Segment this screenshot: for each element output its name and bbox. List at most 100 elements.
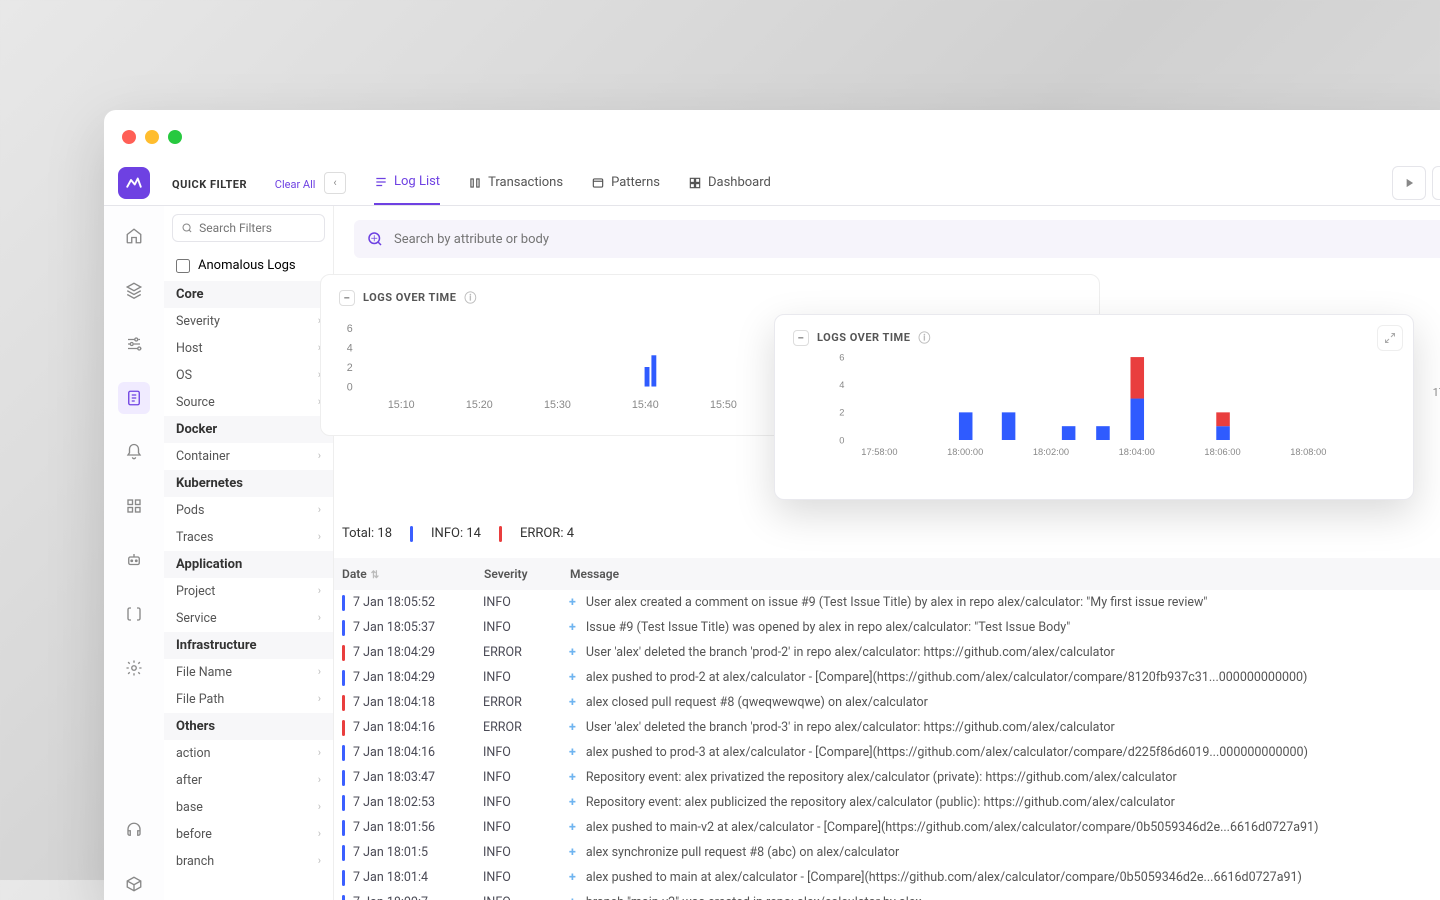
logs-icon[interactable]	[118, 382, 150, 414]
filter-item[interactable]: File Path›	[164, 686, 333, 713]
filter-item[interactable]: after›	[164, 767, 333, 794]
svg-text:15:10: 15:10	[388, 399, 415, 411]
col-severity[interactable]: Severity	[484, 567, 570, 581]
collapse-chart-button[interactable]: −	[339, 290, 355, 306]
expand-row-icon[interactable]: +	[569, 895, 576, 900]
filter-item[interactable]: Traces›	[164, 524, 333, 551]
search-input[interactable]	[394, 232, 1440, 247]
log-row[interactable]: 7 Jan 18:04:18ERROR+alex closed pull req…	[334, 690, 1440, 715]
log-row[interactable]: 7 Jan 18:02:53INFO+Repository event: ale…	[334, 790, 1440, 815]
bell-icon[interactable]	[118, 436, 150, 468]
headset-icon[interactable]	[118, 814, 150, 846]
live-play-button[interactable]	[1392, 166, 1426, 200]
filter-item[interactable]: Service›	[164, 605, 333, 632]
stack-icon[interactable]	[118, 274, 150, 306]
log-row[interactable]: 7 Jan 18:01:4INFO+alex pushed to main at…	[334, 865, 1440, 890]
filter-group[interactable]: Application	[164, 551, 333, 578]
tab-patterns[interactable]: Patterns	[591, 160, 660, 205]
anomalous-checkbox-row[interactable]: Anomalous Logs	[164, 250, 333, 281]
filter-item[interactable]: action›	[164, 740, 333, 767]
collapse-filters-button[interactable]: ‹	[324, 172, 346, 194]
log-row[interactable]: 7 Jan 18:04:16ERROR+User 'alex' deleted …	[334, 715, 1440, 740]
filter-item[interactable]: Severity›	[164, 308, 333, 335]
tab-transactions[interactable]: Transactions	[468, 160, 563, 205]
home-icon[interactable]	[118, 220, 150, 252]
tabs-row: Log List Transactions Patterns Dashboard	[374, 160, 771, 205]
svg-text:6: 6	[347, 323, 353, 335]
filter-item[interactable]: branch›	[164, 848, 333, 875]
expand-row-icon[interactable]: +	[569, 820, 576, 835]
sliders-icon[interactable]	[118, 328, 150, 360]
expand-row-icon[interactable]: +	[569, 720, 576, 735]
log-row[interactable]: 7 Jan 18:04:29INFO+alex pushed to prod-2…	[334, 665, 1440, 690]
svg-text:6: 6	[839, 352, 844, 362]
filter-group[interactable]: Core	[164, 281, 333, 308]
log-row[interactable]: 7 Jan 18:04:29ERROR+User 'alex' deleted …	[334, 640, 1440, 665]
robot-icon[interactable]	[118, 544, 150, 576]
expand-row-icon[interactable]: +	[569, 795, 576, 810]
chart-zoom-svg: 024617:58:0018:00:0018:02:0018:04:0018:0…	[793, 352, 1395, 462]
clear-all-link[interactable]: Clear All	[275, 178, 316, 191]
log-row[interactable]: 7 Jan 18:01:56INFO+alex pushed to main-v…	[334, 815, 1440, 840]
expand-row-icon[interactable]: +	[569, 845, 576, 860]
info-count: INFO: 14	[431, 526, 481, 542]
window-controls	[122, 130, 182, 144]
log-row[interactable]: 7 Jan 18:05:52INFO+User alex created a c…	[334, 590, 1440, 615]
filter-item[interactable]: OS›	[164, 362, 333, 389]
info-icon[interactable]: ⓘ	[464, 289, 477, 306]
expand-row-icon[interactable]: +	[569, 670, 576, 685]
filter-item[interactable]: Host›	[164, 335, 333, 362]
filter-item[interactable]: Container›	[164, 443, 333, 470]
filter-group[interactable]: Kubernetes	[164, 470, 333, 497]
log-row[interactable]: 7 Jan 18:01:5INFO+alex synchronize pull …	[334, 840, 1440, 865]
filter-item[interactable]: Project›	[164, 578, 333, 605]
svg-text:2: 2	[347, 362, 353, 374]
expand-row-icon[interactable]: +	[569, 695, 576, 710]
filter-group[interactable]: Docker	[164, 416, 333, 443]
expand-row-icon[interactable]: +	[569, 620, 576, 635]
svg-text:17:58:00: 17:58:00	[861, 447, 897, 457]
filter-item[interactable]: base›	[164, 794, 333, 821]
svg-text:4: 4	[839, 380, 844, 390]
col-message[interactable]: Message	[570, 567, 1440, 581]
expand-chart-button[interactable]	[1377, 325, 1403, 351]
maximize-window-dot[interactable]	[168, 130, 182, 144]
expand-row-icon[interactable]: +	[569, 870, 576, 885]
info-icon[interactable]: ⓘ	[918, 329, 931, 346]
expand-row-icon[interactable]: +	[569, 745, 576, 760]
filter-group[interactable]: Infrastructure	[164, 632, 333, 659]
refresh-button[interactable]	[1432, 166, 1440, 200]
search-bar[interactable]	[354, 220, 1440, 258]
log-row[interactable]: 7 Jan 18:04:16INFO+alex pushed to prod-3…	[334, 740, 1440, 765]
col-date[interactable]: Date	[342, 567, 367, 581]
chart-small-title: LOGS OVER TIME	[363, 291, 456, 304]
filter-group[interactable]: Others	[164, 713, 333, 740]
search-filters-field[interactable]	[199, 221, 316, 235]
main-content: − LOGS OVER TIME ⓘ 6 4 2 0 15:10 15:20 1…	[334, 206, 1440, 900]
anomalous-checkbox[interactable]	[176, 259, 190, 273]
expand-row-icon[interactable]: +	[569, 645, 576, 660]
log-row[interactable]: 7 Jan 18:00:7INFO+branch "main-v2" was c…	[334, 890, 1440, 900]
chart-zoom-panel: − LOGS OVER TIME ⓘ 024617:58:0018:00:001…	[774, 314, 1414, 500]
tab-dashboard[interactable]: Dashboard	[688, 160, 771, 205]
log-row[interactable]: 7 Jan 18:05:37INFO+Issue #9 (Test Issue …	[334, 615, 1440, 640]
svg-text:0: 0	[347, 381, 353, 393]
minimize-window-dot[interactable]	[145, 130, 159, 144]
filter-item[interactable]: File Name›	[164, 659, 333, 686]
filter-item[interactable]: before›	[164, 821, 333, 848]
expand-row-icon[interactable]: +	[569, 595, 576, 610]
app-logo[interactable]	[104, 167, 164, 199]
search-filters-input[interactable]	[172, 214, 325, 242]
grid-icon[interactable]	[118, 490, 150, 522]
tab-log-list[interactable]: Log List	[374, 160, 440, 205]
collapse-zoom-chart-button[interactable]: −	[793, 330, 809, 346]
svg-text:18:08:00: 18:08:00	[1290, 447, 1326, 457]
gear-icon[interactable]	[118, 652, 150, 684]
cube-icon[interactable]	[118, 868, 150, 900]
close-window-dot[interactable]	[122, 130, 136, 144]
brackets-icon[interactable]	[118, 598, 150, 630]
filter-item[interactable]: Source›	[164, 389, 333, 416]
filter-item[interactable]: Pods›	[164, 497, 333, 524]
log-row[interactable]: 7 Jan 18:03:47INFO+Repository event: ale…	[334, 765, 1440, 790]
expand-row-icon[interactable]: +	[569, 770, 576, 785]
